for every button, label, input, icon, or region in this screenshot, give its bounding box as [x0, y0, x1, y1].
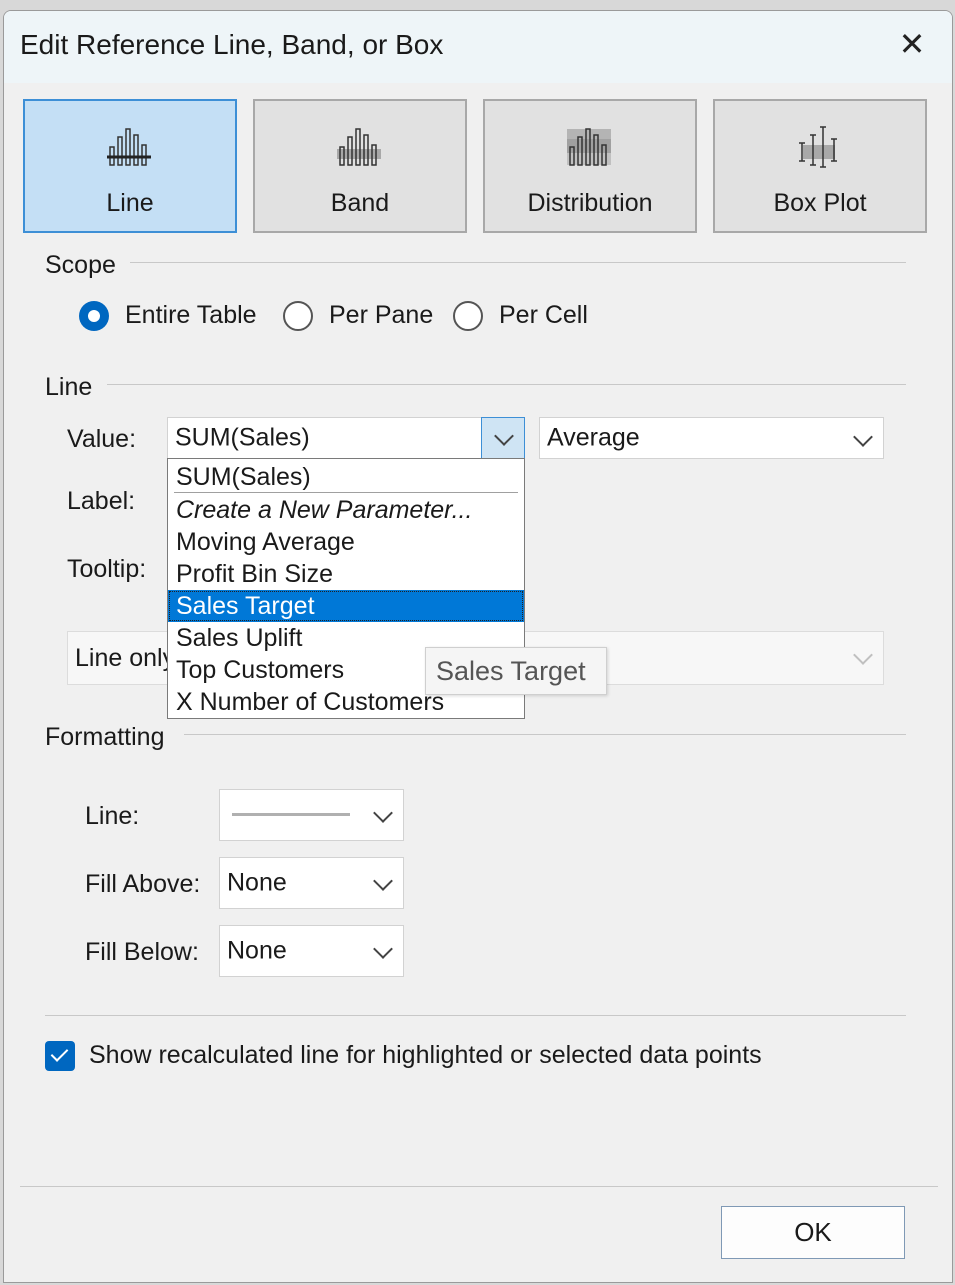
value-combo[interactable]: SUM(Sales)	[167, 417, 525, 459]
chevron-down-icon	[853, 427, 873, 447]
hover-tooltip: Sales Target	[425, 647, 607, 695]
dropdown-option-selected[interactable]: Sales Target	[168, 590, 524, 622]
label-field-label: Label:	[67, 487, 136, 515]
type-tab-band[interactable]: Band	[253, 99, 467, 233]
dropdown-option-create-parameter[interactable]: Create a New Parameter...	[168, 494, 524, 526]
reference-line-icon	[107, 128, 151, 166]
type-tab-box-plot[interactable]: Box Plot	[713, 99, 927, 233]
recalc-divider	[45, 1015, 906, 1016]
aggregation-combo-text: Average	[547, 423, 640, 452]
distribution-icon	[567, 128, 611, 166]
line-divider	[107, 384, 906, 385]
scope-divider	[130, 262, 906, 263]
title-bar: Edit Reference Line, Band, or Box ✕	[4, 11, 952, 83]
scope-radio-per-pane[interactable]	[283, 301, 313, 331]
scope-radio-entire-table[interactable]	[79, 301, 109, 331]
dropdown-separator	[174, 492, 518, 493]
fill-below-combo[interactable]: None	[219, 925, 404, 977]
chevron-down-icon	[373, 871, 393, 891]
type-tab-label: Line	[106, 189, 154, 217]
type-tab-label: Band	[330, 189, 390, 217]
chevron-down-icon	[853, 645, 873, 665]
scope-option-label: Entire Table	[125, 301, 257, 329]
dropdown-option[interactable]: Profit Bin Size	[168, 558, 524, 590]
recalc-checkbox[interactable]	[45, 1041, 75, 1071]
chevron-down-icon	[373, 803, 393, 823]
scope-option-label: Per Cell	[499, 301, 588, 329]
fill-above-label: Fill Above:	[85, 870, 201, 898]
chevron-down-icon	[494, 426, 514, 446]
formatting-section-label: Formatting	[45, 723, 165, 751]
box-plot-icon	[799, 126, 837, 168]
dropdown-option[interactable]: SUM(Sales)	[168, 461, 524, 493]
recalc-label: Show recalculated line for highlighted o…	[89, 1041, 762, 1069]
line-style-label: Line:	[85, 802, 140, 830]
chevron-down-icon	[373, 939, 393, 959]
value-combo-text: SUM(Sales)	[175, 423, 310, 452]
scope-section-label: Scope	[45, 251, 116, 279]
value-label: Value:	[67, 425, 137, 453]
type-tab-label: Box Plot	[773, 189, 867, 217]
fill-above-value: None	[227, 868, 287, 897]
fill-below-label: Fill Below:	[85, 938, 199, 966]
line-mode-text: Line only	[75, 644, 167, 672]
dropdown-option[interactable]: Moving Average	[168, 526, 524, 558]
ok-button[interactable]: OK	[721, 1206, 905, 1259]
close-icon[interactable]: ✕	[897, 28, 927, 60]
line-section-label: Line	[45, 373, 93, 401]
scope-radio-per-cell[interactable]	[453, 301, 483, 331]
edit-reference-line-dialog: Edit Reference Line, Band, or Box ✕ Line…	[3, 10, 953, 1283]
line-style-combo[interactable]	[219, 789, 404, 841]
formatting-divider	[184, 734, 906, 735]
footer-divider	[20, 1186, 938, 1187]
scope-option-label: Per Pane	[329, 301, 434, 329]
reference-band-icon	[337, 128, 381, 166]
type-tab-label: Distribution	[527, 189, 653, 217]
value-dropdown-button[interactable]	[481, 417, 525, 459]
type-tab-line[interactable]: Line	[23, 99, 237, 233]
dialog-title: Edit Reference Line, Band, or Box	[20, 29, 444, 60]
line-style-swatch	[232, 813, 350, 816]
fill-above-combo[interactable]: None	[219, 857, 404, 909]
fill-below-value: None	[227, 936, 287, 965]
aggregation-combo[interactable]: Average	[539, 417, 884, 459]
type-tab-distribution[interactable]: Distribution	[483, 99, 697, 233]
tooltip-field-label: Tooltip:	[67, 555, 147, 583]
